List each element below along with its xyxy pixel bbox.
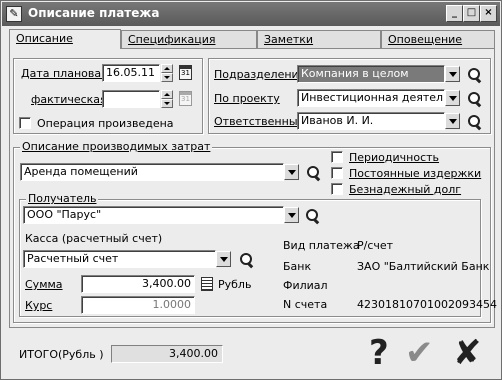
project-select[interactable]: Инвестиционная деятельность	[297, 89, 445, 107]
planned-date-label: Дата плановая	[21, 67, 108, 80]
tab-notes[interactable]: Заметки	[257, 30, 381, 48]
cash-account-search-icon[interactable]	[239, 252, 255, 268]
app-icon: ✎	[6, 6, 22, 22]
calendar-icon[interactable]	[179, 65, 192, 80]
account-number-label: N счета	[283, 298, 328, 311]
responsible-search-icon[interactable]	[467, 114, 483, 130]
close-button[interactable]: ×	[480, 5, 497, 22]
ok-button[interactable]: ✔	[405, 333, 434, 373]
sum-label: Сумма	[25, 278, 63, 291]
division-dropdown-button[interactable]	[445, 66, 460, 82]
bank-label: Банк	[283, 260, 312, 273]
responsible-select[interactable]: Иванов И. И.	[297, 112, 445, 130]
project-search-icon[interactable]	[467, 91, 483, 107]
actual-date-label: фактическая	[31, 93, 107, 106]
cash-account-label: Касса (расчетный счет)	[25, 232, 163, 245]
cash-account-select[interactable]: Расчетный счет	[23, 250, 216, 268]
branch-label: Филиал	[283, 279, 328, 292]
spin-down-icon[interactable]	[161, 73, 173, 82]
recipient-dropdown-button[interactable]	[284, 207, 299, 223]
responsible-dropdown-button[interactable]	[445, 113, 460, 129]
expense-dropdown-button[interactable]	[284, 164, 299, 180]
spin-up-icon[interactable]	[161, 64, 173, 73]
expense-group-title: Описание производимых затрат	[20, 140, 213, 153]
expense-search-icon[interactable]	[306, 165, 322, 181]
bad-debt-checkbox[interactable]	[331, 183, 343, 195]
rate-input[interactable]: 1.0000	[81, 296, 195, 314]
periodic-checkbox[interactable]	[331, 151, 343, 163]
currency-label: Рубль	[218, 278, 252, 291]
tab-description[interactable]: Описание	[9, 29, 121, 49]
recipient-search-icon[interactable]	[305, 208, 321, 224]
responsible-label: Ответственный	[214, 115, 305, 128]
fixed-costs-label: Постоянные издержки	[349, 167, 482, 180]
fixed-costs-checkbox[interactable]	[331, 167, 343, 179]
bad-debt-label: Безнадежный долг	[349, 183, 462, 196]
cash-account-dropdown-button[interactable]	[216, 251, 231, 267]
spin-up-icon[interactable]	[161, 90, 173, 99]
division-search-icon[interactable]	[467, 67, 483, 83]
project-dropdown-button[interactable]	[445, 90, 460, 106]
maximize-button[interactable]: □	[463, 5, 480, 22]
cancel-button[interactable]: ✘	[453, 333, 482, 373]
payment-type-value: Р/счет	[357, 239, 394, 252]
periodic-label: Периодичность	[349, 151, 440, 164]
window-title: Описание платежа	[28, 6, 160, 20]
rate-label: Курс	[25, 299, 53, 312]
bank-value: ЗАО "Балтийский Банк	[357, 260, 490, 273]
actual-date-spinner[interactable]	[161, 90, 173, 108]
operation-done-checkbox[interactable]	[19, 117, 31, 129]
recipient-group-title: Получатель	[26, 192, 99, 205]
operation-done-label: Операция произведена	[37, 117, 174, 130]
tab-strip: Описание Спецификация Заметки Оповещение	[9, 29, 495, 49]
calendar-icon[interactable]	[179, 91, 192, 106]
tab-specification[interactable]: Спецификация	[121, 30, 257, 48]
help-button[interactable]: ?	[369, 333, 389, 373]
spin-down-icon[interactable]	[161, 99, 173, 108]
planned-date-input[interactable]: 16.05.11	[102, 64, 160, 82]
minimize-button[interactable]: _	[446, 5, 463, 22]
calculator-icon[interactable]	[201, 277, 213, 291]
tab-notification[interactable]: Оповещение	[381, 30, 495, 48]
recipient-select[interactable]: ООО "Парус"	[23, 206, 284, 224]
payment-description-window: ✎ Описание платежа _ □ × Описание Специф…	[0, 0, 502, 380]
project-label: По проекту	[214, 92, 280, 105]
sum-input[interactable]: 3,400.00	[81, 275, 195, 293]
division-select[interactable]: Компания в целом	[297, 65, 445, 83]
total-label: ИТОГО(Рубль )	[19, 348, 104, 361]
division-label: Подразделение	[214, 68, 306, 81]
expense-select[interactable]: Аренда помещений	[20, 163, 284, 181]
planned-date-spinner[interactable]	[161, 64, 173, 82]
payment-type-label: Вид платежа	[283, 239, 360, 252]
account-number-value: 42301810701002093454	[357, 298, 497, 311]
actual-date-input[interactable]	[102, 90, 160, 108]
total-value: 3,400.00	[111, 345, 223, 363]
title-bar[interactable]: ✎ Описание платежа _ □ ×	[2, 2, 500, 26]
